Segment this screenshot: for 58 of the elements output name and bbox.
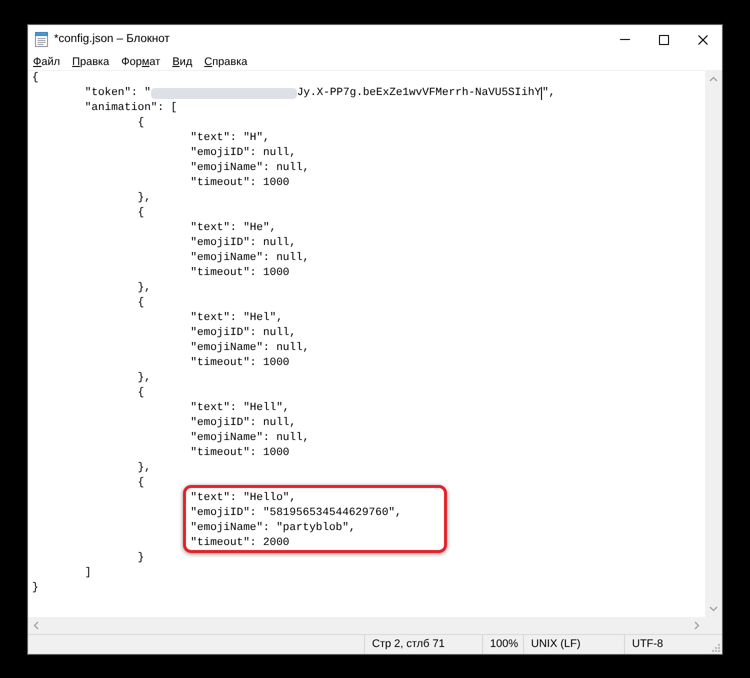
maximize-icon bbox=[658, 34, 668, 44]
chevron-right-icon[interactable] bbox=[694, 621, 700, 630]
code-line: }, bbox=[138, 371, 151, 386]
code-text: "token": " bbox=[84, 86, 151, 101]
code-line: "emojiID": null, bbox=[190, 146, 296, 161]
code-line: ] bbox=[84, 566, 92, 581]
chevron-left-icon[interactable] bbox=[33, 621, 39, 630]
code-line: } bbox=[32, 581, 39, 596]
window-title: *config.json – Блокнот bbox=[54, 32, 170, 47]
code-line: "emojiID": null, bbox=[190, 236, 296, 251]
code-line: { bbox=[32, 71, 39, 86]
code-line: "timeout": 1000 bbox=[190, 446, 290, 461]
menu-item[interactable]: Вид bbox=[167, 54, 198, 70]
code-line: "emojiName": "partyblob", bbox=[190, 521, 356, 536]
code-line: }, bbox=[138, 191, 151, 206]
code-line: "timeout": 1000 bbox=[190, 356, 290, 371]
close-icon bbox=[698, 34, 708, 44]
code-line: }, bbox=[138, 281, 151, 296]
code-line: { bbox=[138, 386, 144, 401]
code-line: "timeout": 1000 bbox=[190, 266, 290, 281]
code-line: "text": "He", bbox=[190, 221, 276, 236]
status-field: Стр 2, стлб 71 bbox=[364, 635, 482, 654]
code-text: ", bbox=[542, 86, 556, 101]
code-line: "emojiName": null, bbox=[190, 161, 310, 176]
chevron-up-icon[interactable] bbox=[709, 76, 718, 82]
code-line: { bbox=[138, 116, 144, 131]
resize-grip-icon[interactable] bbox=[712, 644, 720, 652]
menu-item[interactable]: Справка bbox=[199, 54, 252, 70]
code-line: { bbox=[138, 476, 144, 491]
vertical-scrollbar[interactable] bbox=[705, 71, 722, 617]
menu-item[interactable]: Файл bbox=[28, 54, 66, 70]
chevron-down-icon[interactable] bbox=[709, 606, 718, 612]
code-text: Jy.X-PP7g.beExZe1wvVFMerrh-NaVU5SIihY bbox=[296, 86, 542, 101]
horizontal-scrollbar[interactable] bbox=[28, 617, 705, 634]
code-line: } bbox=[138, 551, 144, 566]
code-line: "text": "Hell", bbox=[190, 401, 290, 416]
notepad-icon bbox=[35, 32, 48, 47]
code-line: "emojiID": null, bbox=[190, 326, 296, 341]
code-line: "timeout": 1000 bbox=[190, 176, 290, 191]
code-line: "emojiID": "581956534544629760", bbox=[190, 506, 402, 521]
code-line: "text": "H", bbox=[190, 131, 270, 146]
minimize-icon bbox=[620, 39, 630, 40]
menu-item[interactable]: Правка bbox=[67, 54, 114, 70]
status-field: UTF-8 bbox=[624, 635, 706, 654]
status-field: 100% bbox=[482, 635, 523, 654]
code-line: "emojiName": null, bbox=[190, 341, 310, 356]
code-line: "animation": [ bbox=[84, 101, 178, 116]
code-line: { bbox=[138, 206, 144, 221]
code-line: "timeout": 2000 bbox=[190, 536, 290, 551]
code-line: "emojiID": null, bbox=[190, 416, 296, 431]
code-line: "emojiName": null, bbox=[190, 431, 310, 446]
code-line: { bbox=[138, 296, 144, 311]
code-line: }, bbox=[138, 461, 151, 476]
status-field: UNIX (LF) bbox=[523, 635, 624, 654]
code-line: "text": "Hel", bbox=[190, 311, 283, 326]
menu-item[interactable]: Формат bbox=[116, 54, 166, 70]
code-line: "emojiName": null, bbox=[190, 251, 310, 266]
code-line: "text": "Hello", bbox=[190, 491, 296, 506]
